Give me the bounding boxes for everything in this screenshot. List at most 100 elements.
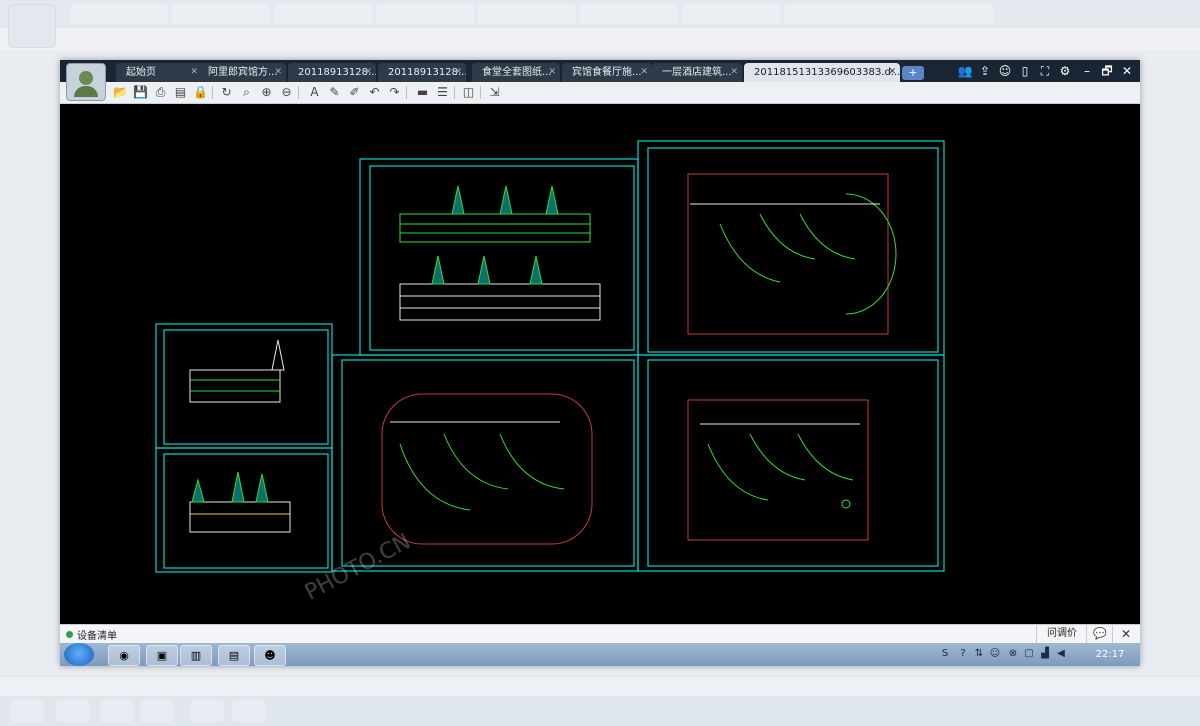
tray-network-icon[interactable]: ▟ bbox=[1038, 647, 1052, 661]
toolbar-divider bbox=[212, 86, 213, 99]
close-icon[interactable]: ✕ bbox=[640, 63, 648, 82]
tab-document[interactable]: 一层酒店建筑... ✕ bbox=[652, 63, 742, 82]
close-icon[interactable]: ✕ bbox=[274, 63, 282, 82]
tab-active-document[interactable]: 2011815131336960338З.d... ✕ bbox=[744, 63, 900, 82]
ghost-statusbar bbox=[0, 676, 1200, 697]
ghost-toolbar bbox=[0, 28, 1200, 50]
sheet-frame-plan-top-right bbox=[637, 140, 945, 356]
tower-spire bbox=[231, 471, 245, 503]
cad-drawing bbox=[155, 140, 945, 573]
avatar-body bbox=[74, 86, 98, 97]
text-icon[interactable]: A bbox=[306, 84, 323, 101]
ghost-tab bbox=[682, 4, 780, 24]
lock-icon[interactable]: 🔒 bbox=[192, 84, 209, 101]
windows-taskbar: ◉ ▣ ▥ ▤ ☻ S ? ⇅ ☺ ⊗ ▢ ▟ ◀ 22:17 bbox=[60, 643, 1140, 666]
close-icon[interactable]: ✕ bbox=[190, 63, 198, 82]
elevation-outline bbox=[399, 213, 591, 243]
highlighter-icon[interactable]: ✐ bbox=[346, 84, 363, 101]
close-icon[interactable]: ✕ bbox=[730, 63, 738, 82]
taskbar-app-books[interactable]: ▥ bbox=[180, 645, 212, 666]
tray-app-icon[interactable]: ▢ bbox=[1022, 647, 1036, 661]
tab-document[interactable]: 20118913128... ✕ bbox=[288, 63, 376, 82]
taskbar-app-avatar[interactable]: ☻ bbox=[254, 645, 286, 666]
toolbar-divider bbox=[298, 86, 299, 99]
zoom-in-icon[interactable]: ⊕ bbox=[258, 84, 275, 101]
undo-icon[interactable]: ↶ bbox=[366, 84, 383, 101]
ghost-tab bbox=[478, 4, 576, 24]
tower-spire bbox=[477, 255, 491, 285]
print-icon[interactable]: ⎙ bbox=[152, 84, 169, 101]
new-tab-button[interactable]: + bbox=[902, 66, 924, 80]
tab-strip: 起始页 ✕ 阿里郎宾馆方... ✕ 20118913128... ✕ 20118913… bbox=[60, 60, 1140, 82]
ghost-tab bbox=[172, 4, 270, 24]
curved-wing bbox=[799, 213, 856, 260]
equipment-list-label[interactable]: 设备清单 bbox=[77, 627, 117, 642]
rotate-icon[interactable]: ↻ bbox=[218, 84, 235, 101]
chat-button[interactable]: 💬 bbox=[1086, 625, 1113, 643]
tray-help-icon[interactable]: ? bbox=[956, 647, 970, 661]
restore-button[interactable]: 🗗 bbox=[1098, 62, 1116, 80]
floor-plan-bottom-center bbox=[381, 393, 593, 545]
mode-button[interactable]: 问调价 bbox=[1036, 625, 1087, 643]
status-bar: 设备清单 问调价 💬 ✕ bbox=[60, 624, 1140, 644]
avatar[interactable] bbox=[66, 63, 106, 101]
start-button[interactable] bbox=[64, 643, 94, 666]
close-icon[interactable]: ✕ bbox=[454, 63, 462, 82]
tray-arrow-icon[interactable]: ⇅ bbox=[972, 647, 986, 661]
tab-document[interactable]: 食堂全套图纸... ✕ bbox=[472, 63, 560, 82]
close-icon[interactable]: ✕ bbox=[364, 63, 372, 82]
tray-clock-icon[interactable]: ⊗ bbox=[1006, 647, 1020, 661]
ghost-tab bbox=[376, 4, 474, 24]
save-icon[interactable]: 💾 bbox=[132, 84, 149, 101]
close-icon[interactable]: ✕ bbox=[548, 63, 556, 82]
minimize-button[interactable]: – bbox=[1078, 62, 1096, 80]
mobile-icon[interactable]: ▯ bbox=[1016, 62, 1034, 80]
tray-user-icon[interactable]: ☺ bbox=[988, 647, 1002, 661]
close-icon[interactable]: ✕ bbox=[888, 63, 896, 82]
ghost-taskbar-button bbox=[190, 700, 224, 722]
tower-spire bbox=[451, 185, 465, 215]
tab-document[interactable]: 宾馆食餐厅施... ✕ bbox=[562, 63, 652, 82]
avatar-head bbox=[79, 71, 93, 85]
tray-volume-icon[interactable]: ◀ bbox=[1054, 647, 1068, 661]
grid-outline bbox=[687, 173, 889, 335]
measure-icon[interactable]: ▬ bbox=[414, 84, 431, 101]
curved-wing bbox=[749, 433, 806, 481]
redo-icon[interactable]: ↷ bbox=[386, 84, 403, 101]
tab-document[interactable]: 20118913128... ✕ bbox=[378, 63, 466, 82]
ghost-tab bbox=[274, 4, 372, 24]
curved-wing bbox=[797, 433, 854, 481]
grid-outline bbox=[381, 393, 593, 545]
drawing-canvas[interactable] bbox=[60, 104, 1140, 624]
ghost-taskbar-button bbox=[10, 700, 44, 722]
tower-spire bbox=[255, 473, 269, 503]
zoom-window-icon[interactable]: ⌕ bbox=[238, 84, 255, 101]
tray-sogou-icon[interactable]: S bbox=[938, 647, 952, 661]
gear-icon[interactable]: ⚙ bbox=[1056, 62, 1074, 80]
tab-label: 起始页 bbox=[126, 67, 156, 78]
taskbar-app-folder[interactable]: ▤ bbox=[218, 645, 250, 666]
layers-icon[interactable]: ◫ bbox=[460, 84, 477, 101]
clock[interactable]: 22:17 bbox=[1088, 643, 1132, 666]
tab-start-page[interactable]: 起始页 ✕ bbox=[116, 63, 202, 82]
taskbar-app-explorer[interactable]: ▣ bbox=[146, 645, 178, 666]
tower-spire bbox=[499, 185, 513, 215]
share-icon[interactable]: ⇪ bbox=[976, 62, 994, 80]
users-icon[interactable]: 👥 bbox=[956, 62, 974, 80]
close-panel-button[interactable]: ✕ bbox=[1112, 625, 1139, 643]
measure-area-icon[interactable]: ☰ bbox=[434, 84, 451, 101]
pdf-icon[interactable]: ▤ bbox=[172, 84, 189, 101]
chat-icon[interactable]: ☺ bbox=[996, 62, 1014, 80]
close-window-button[interactable]: ✕ bbox=[1118, 62, 1136, 80]
toolbar: 📂 💾 ⎙ ▤ 🔒 ↻ ⌕ ⊕ ⊖ A ✎ ✐ ↶ ↷ ▬ ☰ ◫ ⇲ bbox=[60, 82, 1140, 104]
ghost-avatar bbox=[8, 4, 56, 48]
export-icon[interactable]: ⇲ bbox=[486, 84, 503, 101]
taskbar-app-browser[interactable]: ◉ bbox=[108, 645, 140, 666]
tab-document[interactable]: 阿里郎宾馆方... ✕ bbox=[198, 63, 286, 82]
grid-outline bbox=[687, 399, 869, 541]
sheet-frame-elevations bbox=[359, 158, 639, 356]
pencil-icon[interactable]: ✎ bbox=[326, 84, 343, 101]
fullscreen-icon[interactable]: ⛶ bbox=[1036, 62, 1054, 80]
open-icon[interactable]: 📂 bbox=[112, 84, 129, 101]
zoom-out-icon[interactable]: ⊖ bbox=[278, 84, 295, 101]
